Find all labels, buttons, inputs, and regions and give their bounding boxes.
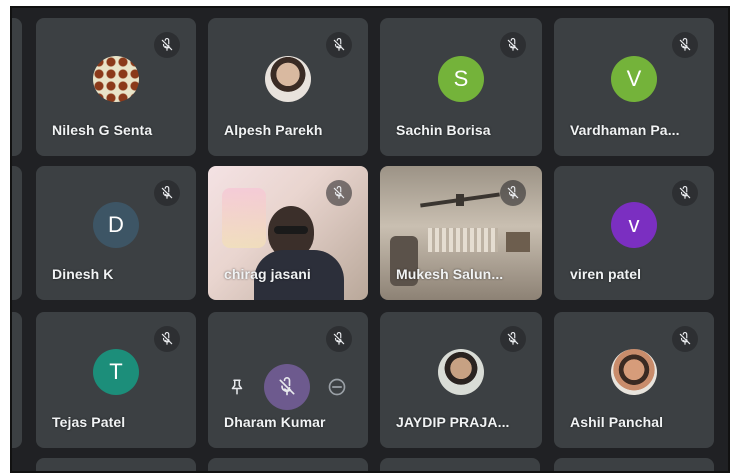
mute-participant-button[interactable] bbox=[264, 364, 310, 410]
participant-name: Alpesh Parekh bbox=[224, 122, 323, 138]
participant-name: Dharam Kumar bbox=[224, 414, 326, 430]
avatar-letter: v bbox=[628, 211, 640, 237]
participant-tile-viren[interactable]: v viren patel bbox=[554, 166, 714, 300]
avatar bbox=[93, 55, 139, 102]
mic-off-icon bbox=[326, 32, 352, 58]
partial-tile-bottom-1[interactable] bbox=[36, 458, 196, 471]
avatar bbox=[265, 55, 311, 102]
participant-tile-alpesh[interactable]: Alpesh Parekh bbox=[208, 18, 368, 156]
partial-tile-bottom-2[interactable] bbox=[208, 458, 368, 471]
participant-tile-vardhaman[interactable]: V Vardhaman Pa... bbox=[554, 18, 714, 156]
mic-off-icon bbox=[154, 326, 180, 352]
participant-tile-jaydip[interactable]: JAYDIP PRAJA... bbox=[380, 312, 542, 448]
participant-tile-tejas[interactable]: T Tejas Patel bbox=[36, 312, 196, 448]
mic-off-icon bbox=[326, 180, 352, 206]
participant-name: Nilesh G Senta bbox=[52, 122, 153, 138]
avatar: S bbox=[438, 55, 484, 102]
avatar-letter: D bbox=[108, 211, 124, 237]
mic-off-icon bbox=[672, 180, 698, 206]
partial-tile-bottom-4[interactable] bbox=[554, 458, 714, 471]
avatar-letter: T bbox=[109, 358, 123, 384]
participant-name: JAYDIP PRAJA... bbox=[396, 414, 510, 430]
participant-name: chirag jasani bbox=[224, 266, 311, 282]
remove-circle-icon[interactable] bbox=[326, 376, 348, 398]
participant-name: Dinesh K bbox=[52, 266, 114, 282]
participant-tile-dharam[interactable]: Dharam Kumar bbox=[208, 312, 368, 448]
participant-name: Vardhaman Pa... bbox=[570, 122, 680, 138]
partial-tile-left-3[interactable] bbox=[12, 312, 22, 448]
partial-tile-left-2[interactable] bbox=[12, 166, 22, 300]
avatar bbox=[611, 348, 657, 395]
participant-tile-nilesh[interactable]: Nilesh G Senta bbox=[36, 18, 196, 156]
participant-tile-sachin[interactable]: S Sachin Borisa bbox=[380, 18, 542, 156]
mic-off-icon bbox=[154, 32, 180, 58]
mic-off-icon bbox=[326, 326, 352, 352]
participant-tile-mukesh[interactable]: Mukesh Salun... bbox=[380, 166, 542, 300]
partial-tile-bottom-3[interactable] bbox=[380, 458, 540, 471]
mic-off-icon bbox=[500, 32, 526, 58]
avatar-letter: V bbox=[626, 65, 642, 91]
avatar: V bbox=[611, 55, 657, 102]
participant-tile-dinesh[interactable]: D Dinesh K bbox=[36, 166, 196, 300]
mic-off-icon bbox=[154, 180, 180, 206]
meeting-grid: Nilesh G Senta Alpesh Parekh S Sachin Bo… bbox=[10, 6, 730, 473]
participant-name: Sachin Borisa bbox=[396, 122, 491, 138]
mic-off-icon bbox=[672, 326, 698, 352]
avatar bbox=[438, 348, 484, 395]
avatar: v bbox=[611, 201, 657, 248]
avatar: D bbox=[93, 201, 139, 248]
avatar-letter: S bbox=[453, 65, 469, 91]
avatar: T bbox=[93, 348, 139, 395]
participant-name: Ashil Panchal bbox=[570, 414, 664, 430]
mic-off-icon bbox=[279, 377, 295, 396]
participant-tile-ashil[interactable]: Ashil Panchal bbox=[554, 312, 714, 448]
participant-name: Tejas Patel bbox=[52, 414, 126, 430]
mic-off-icon bbox=[672, 32, 698, 58]
tile-hover-controls bbox=[208, 364, 368, 410]
pin-icon[interactable] bbox=[226, 376, 248, 398]
mic-off-icon bbox=[500, 180, 526, 206]
participant-tile-chirag[interactable]: chirag jasani bbox=[208, 166, 368, 300]
participant-name: Mukesh Salun... bbox=[396, 266, 504, 282]
partial-tile-left-1[interactable] bbox=[12, 18, 22, 156]
participant-name: viren patel bbox=[570, 266, 642, 282]
mic-off-icon bbox=[500, 326, 526, 352]
